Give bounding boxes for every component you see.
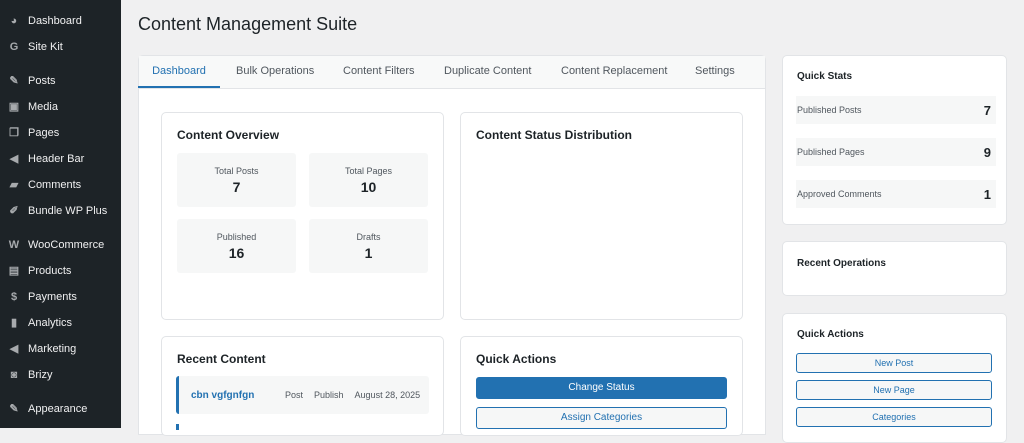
- comment-icon: ▰: [9, 179, 19, 191]
- sidebar-item-label: Bundle WP Plus: [28, 205, 108, 217]
- stat-value: 7: [232, 179, 241, 195]
- stat-label: Published Pages: [797, 147, 865, 157]
- sidebar-item-label: Products: [28, 265, 72, 277]
- stat-value: 9: [983, 144, 991, 160]
- quick-stat-approved-comments: Approved Comments 1: [796, 180, 996, 208]
- item-title-link[interactable]: cbn vgfgnfgn: [191, 390, 285, 401]
- sidebar-item-bundle-wp-plus[interactable]: ✐ Bundle WP Plus: [7, 201, 107, 221]
- dashboard-icon: ◕: [10, 15, 18, 27]
- sidebar-item-comments[interactable]: ▰ Comments: [7, 175, 81, 195]
- quick-actions-title: Quick Actions: [476, 352, 557, 366]
- sidebar-item-label: WooCommerce: [28, 239, 105, 251]
- megaphone-icon: ◀: [9, 153, 19, 165]
- sidebar-item-label: Payments: [28, 291, 77, 303]
- plugin-icon: ✐: [9, 205, 19, 217]
- stat-published: Published 16: [177, 219, 296, 273]
- quick-stats-title: Quick Stats: [797, 71, 853, 82]
- stat-label: Total Posts: [214, 166, 259, 176]
- dollar-icon: $: [10, 291, 18, 303]
- sidebar-item-header-bar[interactable]: ◀ Header Bar: [7, 149, 85, 169]
- brizy-icon: ◙: [10, 369, 18, 381]
- tab-content-filters[interactable]: Content Filters: [343, 55, 415, 88]
- stat-label: Published: [216, 232, 257, 242]
- status-distribution-card: [460, 112, 743, 320]
- archive-icon: ▤: [8, 265, 20, 277]
- sidebar-item-brizy[interactable]: ◙ Brizy: [7, 365, 53, 385]
- bar-chart-icon: ▮: [10, 317, 18, 329]
- admin-sidebar: ◕ Dashboard G Site Kit ✎ Posts ▣ Media ❐ Pages ◀ He…: [0, 0, 121, 428]
- media-icon: ▣: [8, 101, 20, 113]
- list-item-next: [176, 424, 179, 430]
- new-page-button[interactable]: New Page: [796, 380, 992, 400]
- stat-label: Published Posts: [797, 105, 862, 115]
- tab-content-replacement[interactable]: Content Replacement: [561, 55, 667, 88]
- stat-value: 1: [983, 186, 991, 202]
- pin-icon: ✎: [9, 75, 19, 87]
- stat-drafts: Drafts 1: [309, 219, 428, 273]
- categories-button[interactable]: Categories: [796, 407, 992, 427]
- sidebar-item-label: Dashboard: [28, 15, 82, 27]
- list-item[interactable]: cbn vgfgnfgn Post Publish August 28, 202…: [176, 376, 429, 414]
- google-icon: G: [9, 41, 19, 53]
- stat-label: Drafts: [356, 232, 381, 242]
- stat-value: 7: [983, 102, 991, 118]
- change-status-button[interactable]: Change Status: [476, 377, 727, 399]
- sidebar-item-label: Analytics: [28, 317, 73, 329]
- assign-categories-button[interactable]: Assign Categories: [476, 407, 727, 429]
- stat-value: 16: [228, 245, 245, 261]
- sidebar-item-label: Brizy: [28, 369, 53, 381]
- new-post-button[interactable]: New Post: [796, 353, 992, 373]
- sidebar-item-media[interactable]: ▣ Media: [7, 97, 58, 117]
- sidebar-item-label: Pages: [28, 127, 60, 139]
- quick-stat-published-pages: Published Pages 9: [796, 138, 996, 166]
- sidebar-item-label: Site Kit: [28, 41, 63, 53]
- sidebar-item-posts[interactable]: ✎ Posts: [7, 71, 56, 91]
- tab-dashboard[interactable]: Dashboard: [138, 55, 220, 88]
- tab-bulk-operations[interactable]: Bulk Operations: [236, 55, 314, 88]
- pages-icon: ❐: [9, 127, 19, 139]
- sidebar-item-appearance[interactable]: ✎ Appearance: [7, 399, 87, 419]
- recent-operations-title: Recent Operations: [797, 258, 886, 269]
- sidebar-item-products[interactable]: ▤ Products: [7, 261, 72, 281]
- sidebar-item-label: Comments: [28, 179, 82, 191]
- quick-stat-published-posts: Published Posts 7: [796, 96, 996, 124]
- stat-value: 10: [360, 179, 377, 195]
- woo-icon: W: [8, 239, 20, 251]
- content-overview-title: Content Overview: [177, 128, 280, 142]
- sidebar-item-label: Posts: [28, 75, 56, 87]
- item-type: Post: [285, 390, 304, 400]
- sidebar-item-dashboard[interactable]: ◕ Dashboard: [7, 11, 82, 31]
- sidebar-item-label: Marketing: [28, 343, 77, 355]
- megaphone-icon: ◀: [9, 343, 19, 355]
- stat-total-posts: Total Posts 7: [177, 153, 296, 207]
- recent-content-title: Recent Content: [177, 352, 266, 366]
- status-distribution-title: Content Status Distribution: [476, 128, 632, 142]
- item-status: Publish: [314, 390, 344, 400]
- sidebar-item-woocommerce[interactable]: W WooCommerce: [7, 235, 104, 255]
- page-title: Content Management Suite: [138, 14, 358, 34]
- side-quick-actions-title: Quick Actions: [797, 329, 864, 340]
- sidebar-item-label: Appearance: [28, 403, 88, 415]
- item-date: August 28, 2025: [354, 390, 421, 400]
- sidebar-item-pages[interactable]: ❐ Pages: [7, 123, 59, 143]
- tab-duplicate-content[interactable]: Duplicate Content: [444, 55, 531, 88]
- stat-label: Approved Comments: [797, 189, 882, 199]
- stat-value: 1: [364, 245, 373, 261]
- sidebar-item-analytics[interactable]: ▮ Analytics: [7, 313, 72, 333]
- sidebar-item-label: Media: [28, 101, 58, 113]
- stat-label: Total Pages: [344, 166, 393, 176]
- content-overview-card: [161, 112, 444, 320]
- sidebar-item-marketing[interactable]: ◀ Marketing: [7, 339, 77, 359]
- sidebar-item-label: Header Bar: [28, 153, 85, 165]
- sidebar-item-site-kit[interactable]: G Site Kit: [7, 37, 63, 57]
- brush-icon: ✎: [9, 403, 19, 415]
- sidebar-item-payments[interactable]: $ Payments: [7, 287, 77, 307]
- tab-settings[interactable]: Settings: [695, 55, 735, 88]
- stat-total-pages: Total Pages 10: [309, 153, 428, 207]
